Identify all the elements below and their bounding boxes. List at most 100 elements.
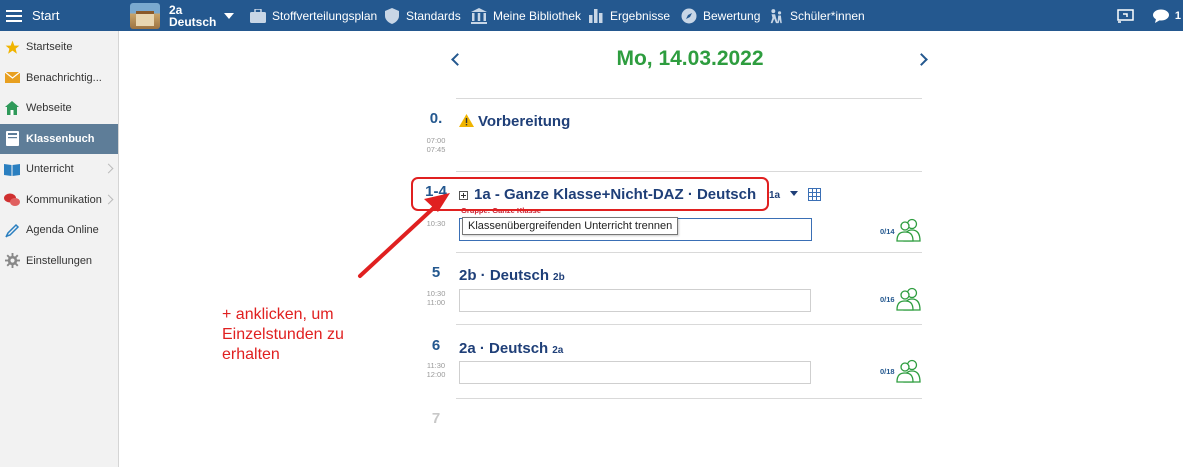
lesson-title-text: Vorbereitung xyxy=(478,113,571,130)
sidebar-item-webseite[interactable]: Webseite xyxy=(0,93,118,124)
divider xyxy=(456,398,922,399)
nav-bewertung[interactable]: Bewertung xyxy=(681,0,760,31)
hamburger-icon xyxy=(6,9,22,22)
nav-label: Standards xyxy=(406,8,461,23)
chevron-right-icon xyxy=(103,163,114,174)
nav-stoffverteilungsplan[interactable]: Stoffverteilungsplan xyxy=(250,0,377,31)
compass-icon xyxy=(681,8,697,24)
sidebar-item-benachrichtigungen[interactable]: Benachrichtig... xyxy=(0,63,118,94)
lesson-title-text: 2a · Deutsch xyxy=(459,340,549,357)
class-subject: Deutsch xyxy=(169,14,217,29)
nav-label: Ergebnisse xyxy=(610,8,671,23)
chat-bubbles-icon xyxy=(4,192,20,208)
sidebar-item-label: Benachrichtig... xyxy=(26,71,102,84)
sidebar-item-kommunikation[interactable]: Kommunikation xyxy=(0,185,118,216)
sidebar-item-label: Agenda Online xyxy=(26,224,99,237)
shield-icon xyxy=(384,7,400,24)
nav-standards[interactable]: Standards xyxy=(384,0,461,31)
previous-day-button[interactable] xyxy=(450,52,464,68)
period-time: 10:30 11:00 xyxy=(416,289,456,307)
chat-count-badge: 1 xyxy=(1174,9,1181,22)
chat-icon[interactable] xyxy=(1153,7,1171,25)
divider xyxy=(456,252,922,253)
start-menu-button[interactable]: Start xyxy=(0,0,119,31)
students-attendance-icon[interactable] xyxy=(896,218,922,242)
annotation-text: + anklicken, um Einzelstunden zu erhalte… xyxy=(222,306,344,363)
period-start: 07:00 xyxy=(426,136,446,145)
pen-icon xyxy=(4,222,20,238)
period-end: 11:00 xyxy=(426,298,446,307)
period-start: 10:30 xyxy=(426,289,446,298)
lesson-title-vorbereitung[interactable]: Vorbereitung xyxy=(459,113,570,131)
sidebar-item-label: Startseite xyxy=(26,41,73,54)
library-icon xyxy=(471,7,487,24)
sidebar-item-unterricht[interactable]: Unterricht xyxy=(0,154,118,185)
students-attendance-icon[interactable] xyxy=(896,287,922,311)
class-label: 2a Deutsch xyxy=(169,4,216,28)
envelope-icon xyxy=(4,70,20,86)
table-icon[interactable] xyxy=(808,188,821,201)
nav-schueler-innen[interactable]: Schüler*innen xyxy=(768,0,865,31)
period-number: 6 xyxy=(431,337,441,354)
bar-chart-icon xyxy=(588,8,604,24)
attendance-count: 0/16 xyxy=(880,295,895,304)
students-icon xyxy=(768,8,784,24)
sidebar-item-label: Einstellungen xyxy=(26,254,93,267)
chevron-right-icon xyxy=(103,194,114,205)
top-navigation-bar: Start 2a Deutsch Stoffverteilungsplan St… xyxy=(0,0,1183,31)
nav-label: Meine Bibliothek xyxy=(493,8,582,23)
cast-screen-icon[interactable] xyxy=(1117,7,1135,25)
book-icon xyxy=(4,131,20,147)
warning-icon xyxy=(459,113,474,131)
sidebar-item-klassenbuch[interactable]: Klassenbuch xyxy=(0,123,118,154)
tooltip: Klassenübergreifenden Unterricht trennen xyxy=(462,217,679,235)
lesson-title-2b[interactable]: 2b · Deutsch 2b xyxy=(459,267,565,284)
sidebar-item-label: Webseite xyxy=(26,102,72,115)
current-date-title: Mo, 14.03.2022 xyxy=(616,47,764,70)
lesson-class-sub: 2b xyxy=(553,272,565,283)
sidebar-item-startseite[interactable]: Startseite xyxy=(0,32,118,63)
caret-down-icon xyxy=(224,12,235,19)
divider xyxy=(456,171,922,172)
lesson-topic-input[interactable] xyxy=(459,289,811,312)
nav-label: Bewertung xyxy=(703,8,761,23)
sidebar-item-einstellungen[interactable]: Einstellungen xyxy=(0,246,118,277)
gear-icon xyxy=(4,253,20,269)
sidebar: Startseite Benachrichtig... Webseite Kla… xyxy=(0,31,119,467)
nav-meine-bibliothek[interactable]: Meine Bibliothek xyxy=(471,0,581,31)
start-label: Start xyxy=(32,8,60,23)
lesson-title-text: 2b · Deutsch xyxy=(459,267,550,284)
period-end: 10:30 xyxy=(426,219,446,228)
caret-down-icon[interactable] xyxy=(790,191,798,196)
sidebar-item-label: Unterricht xyxy=(26,163,74,176)
nav-label: Schüler*innen xyxy=(790,8,865,23)
lesson-class-sub: 1a xyxy=(769,190,781,201)
attendance-count: 0/18 xyxy=(880,367,895,376)
period-time: 11:30 12:00 xyxy=(416,361,456,379)
nav-label: Stoffverteilungsplan xyxy=(272,8,378,23)
sidebar-item-agenda-online[interactable]: Agenda Online xyxy=(0,215,118,246)
period-number: 5 xyxy=(431,264,441,281)
lesson-class-sub: 2a xyxy=(552,345,564,356)
lesson-topic-input[interactable] xyxy=(459,361,811,384)
class-name: 2a xyxy=(169,2,183,17)
students-attendance-icon[interactable] xyxy=(896,359,922,383)
period-end: 12:00 xyxy=(426,370,446,379)
period-time: 07:00 07:45 xyxy=(416,136,456,154)
class-avatar xyxy=(130,2,160,29)
briefcase-icon xyxy=(250,8,266,24)
next-day-button[interactable] xyxy=(915,52,929,68)
highlight-box xyxy=(411,177,769,211)
divider xyxy=(456,98,922,99)
star-icon xyxy=(4,39,20,55)
period-start: 11:30 xyxy=(426,361,446,370)
topbar-right-tools: 1 xyxy=(1117,0,1183,31)
period-end: 07:45 xyxy=(426,145,446,154)
lesson-title-2a[interactable]: 2a · Deutsch 2a xyxy=(459,340,563,357)
home-icon xyxy=(4,100,20,116)
attendance-count: 0/14 xyxy=(880,227,895,236)
period-number: 7 xyxy=(431,410,441,427)
class-selector[interactable]: 2a Deutsch xyxy=(130,0,235,31)
nav-ergebnisse[interactable]: Ergebnisse xyxy=(588,0,670,31)
divider xyxy=(456,324,922,325)
